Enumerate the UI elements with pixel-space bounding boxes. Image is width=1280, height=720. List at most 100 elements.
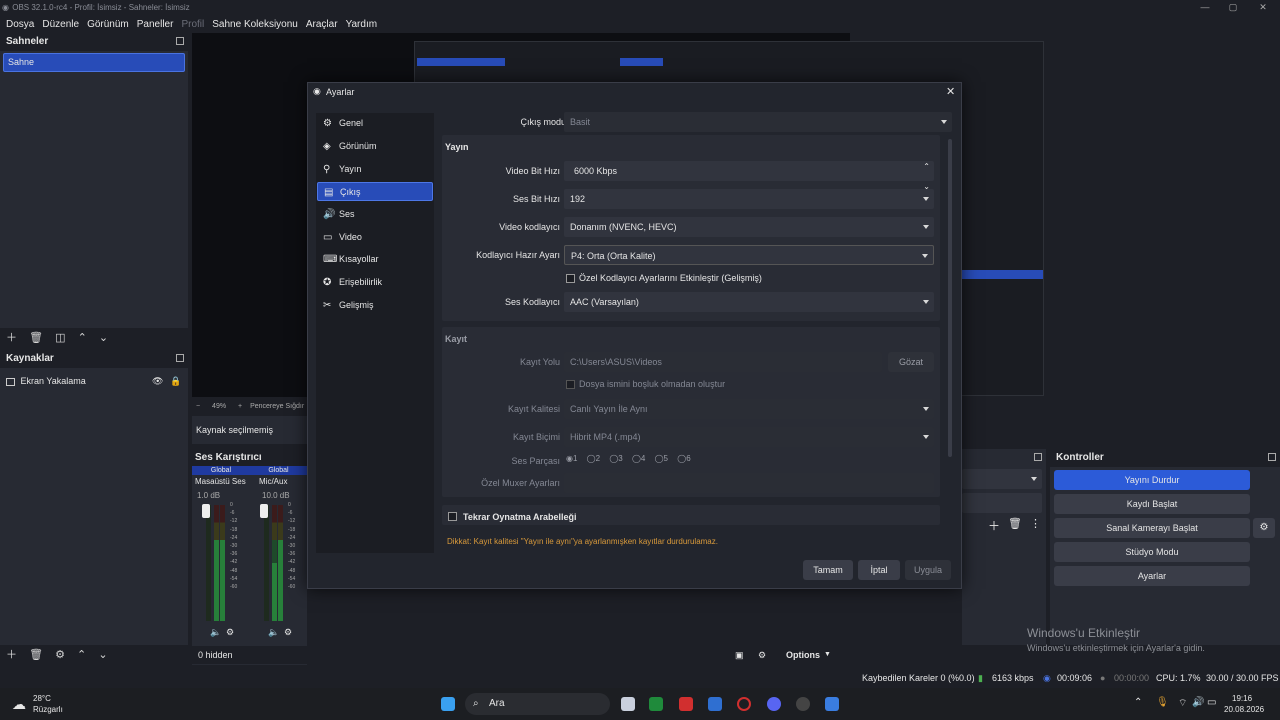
- task-view-icon[interactable]: [621, 697, 635, 711]
- layout-icon[interactable]: ▣: [735, 646, 744, 664]
- nav-appearance[interactable]: ◈ Görünüm: [317, 137, 433, 156]
- custom-encoder-checkbox[interactable]: [566, 274, 575, 283]
- speaker-icon[interactable]: 🔈: [210, 627, 221, 638]
- volume-slider-handle[interactable]: [260, 504, 268, 518]
- no-space-checkbox[interactable]: [566, 380, 575, 389]
- add-icon[interactable]: ＋: [6, 328, 17, 348]
- filter-icon[interactable]: ◫: [55, 328, 65, 348]
- settings-icon[interactable]: ⚙: [758, 646, 766, 664]
- menu-help[interactable]: Yardım: [346, 19, 378, 30]
- move-down-icon[interactable]: ⌄: [99, 328, 108, 348]
- ok-button[interactable]: Tamam: [803, 560, 853, 580]
- nav-advanced[interactable]: ✂ Gelişmiş: [317, 296, 433, 315]
- trash-icon[interactable]: 🗑: [1008, 517, 1022, 530]
- menu-tools[interactable]: Araçlar: [306, 19, 338, 30]
- audio-bitrate-select[interactable]: 192: [564, 189, 934, 209]
- nav-accessibility[interactable]: ✪ Erişebilirlik: [317, 273, 433, 292]
- apply-button[interactable]: Uygula: [905, 560, 951, 580]
- opera-icon[interactable]: [737, 697, 751, 711]
- obs-taskbar-icon[interactable]: [796, 697, 810, 711]
- cancel-button[interactable]: İptal: [858, 560, 900, 580]
- start-recording-button[interactable]: Kaydı Başlat: [1054, 494, 1250, 514]
- source-item[interactable]: Ekran Yakalama 👁 🔒: [6, 373, 184, 389]
- more-icon[interactable]: ⋮: [1030, 517, 1041, 530]
- visibility-eye-icon[interactable]: 👁: [152, 373, 163, 389]
- studio-mode-button[interactable]: Stüdyo Modu: [1054, 542, 1250, 562]
- channel-name[interactable]: Mic/Aux: [259, 477, 287, 486]
- gear-icon[interactable]: ⚙: [284, 627, 292, 638]
- app-icon[interactable]: [679, 697, 693, 711]
- menu-docks[interactable]: Paneller: [137, 19, 174, 30]
- duration-spinner[interactable]: [962, 493, 1042, 513]
- radio-track-4[interactable]: ◯4: [632, 454, 645, 463]
- maximize-button[interactable]: ▢: [1218, 0, 1248, 16]
- radio-track-5[interactable]: ◯5: [655, 454, 668, 463]
- clock-time[interactable]: 19:16: [1232, 694, 1252, 703]
- undock-icon[interactable]: [176, 354, 184, 362]
- scrollbar[interactable]: [948, 139, 952, 457]
- video-encoder-select[interactable]: Donanım (NVENC, HEVC): [564, 217, 934, 237]
- video-bitrate-spinbox[interactable]: 6000 Kbps ⌃ ⌄: [564, 161, 934, 191]
- browse-button[interactable]: Gözat: [888, 352, 934, 372]
- output-mode-select[interactable]: Basit: [564, 112, 952, 132]
- menu-view[interactable]: Görünüm: [87, 19, 129, 30]
- add-icon[interactable]: ＋: [988, 517, 1000, 534]
- microphone-icon[interactable]: 🎙: [1156, 697, 1169, 708]
- nav-hotkeys[interactable]: ⌨ Kısayollar: [317, 250, 433, 269]
- clock-date[interactable]: 20.08.2026: [1224, 705, 1264, 714]
- menu-edit[interactable]: Düzenle: [42, 19, 79, 30]
- undock-icon[interactable]: [1034, 453, 1042, 461]
- settings-button[interactable]: Ayarlar: [1054, 566, 1250, 586]
- muxer-input[interactable]: [564, 473, 934, 493]
- scene-item[interactable]: Sahne: [3, 53, 185, 72]
- record-quality-select[interactable]: Canlı Yayın İle Aynı: [564, 399, 934, 419]
- minimize-button[interactable]: —: [1190, 0, 1220, 16]
- start-virtualcam-button[interactable]: Sanal Kamerayı Başlat: [1054, 518, 1250, 538]
- app-icon[interactable]: [825, 697, 839, 711]
- radio-track-2[interactable]: ◯2: [587, 454, 600, 463]
- zoom-in-icon[interactable]: +: [238, 403, 242, 410]
- speaker-icon[interactable]: 🔈: [268, 627, 279, 638]
- nav-general[interactable]: ⚙ Genel: [317, 114, 433, 133]
- move-up-icon[interactable]: ⌃: [78, 328, 87, 348]
- gear-icon[interactable]: ⚙: [1253, 518, 1275, 538]
- replay-buffer-checkbox[interactable]: [448, 512, 457, 521]
- terminal-icon[interactable]: [649, 697, 663, 711]
- nav-audio[interactable]: 🔊 Ses: [317, 205, 433, 224]
- radio-track-1[interactable]: ◉1: [566, 454, 577, 463]
- zoom-fit[interactable]: Pencereye Sığdır: [250, 403, 304, 410]
- record-path-input[interactable]: C:\Users\ASUS\Videos: [564, 352, 882, 372]
- menu-file[interactable]: Dosya: [6, 19, 34, 30]
- undock-icon[interactable]: [1268, 453, 1276, 461]
- transition-select[interactable]: [962, 469, 1042, 489]
- chevron-up-icon[interactable]: ⌃: [1134, 697, 1142, 708]
- wifi-icon[interactable]: ⌔: [1178, 697, 1187, 710]
- volume-icon[interactable]: 🔊: [1192, 697, 1204, 708]
- gear-icon[interactable]: ⚙: [226, 627, 234, 638]
- nav-output[interactable]: ▤ Çıkış: [317, 182, 433, 201]
- battery-icon[interactable]: ▭: [1207, 697, 1216, 708]
- radio-track-3[interactable]: ◯3: [609, 454, 622, 463]
- options-button[interactable]: Options: [786, 646, 820, 664]
- encoder-preset-select[interactable]: P4: Orta (Orta Kalite): [564, 245, 934, 265]
- nav-stream[interactable]: ⚲ Yayın: [317, 160, 433, 179]
- stop-streaming-button[interactable]: Yayını Durdur: [1054, 470, 1250, 490]
- volume-slider-handle[interactable]: [202, 504, 210, 518]
- discord-icon[interactable]: [767, 697, 781, 711]
- windows-start-icon[interactable]: [441, 697, 455, 711]
- channel-name[interactable]: Masaüstü Ses: [195, 477, 246, 486]
- taskbar-search[interactable]: ⌕ Ara: [465, 693, 610, 715]
- radio-track-6[interactable]: ◯6: [677, 454, 690, 463]
- close-icon[interactable]: ✕: [946, 85, 955, 98]
- undock-icon[interactable]: [176, 37, 184, 45]
- lock-icon[interactable]: 🔒: [170, 373, 181, 389]
- menu-scene-collection[interactable]: Sahne Koleksiyonu: [212, 19, 298, 30]
- menu-profile[interactable]: Profil: [181, 19, 204, 30]
- record-format-select[interactable]: Hibrit MP4 (.mp4): [564, 427, 934, 447]
- store-icon[interactable]: [708, 697, 722, 711]
- zoom-out-icon[interactable]: −: [196, 403, 200, 410]
- audio-encoder-select[interactable]: AAC (Varsayılan): [564, 292, 934, 312]
- close-window-button[interactable]: ✕: [1248, 0, 1278, 16]
- nav-video[interactable]: ▭ Video: [317, 228, 433, 247]
- trash-icon[interactable]: 🗑: [29, 328, 43, 348]
